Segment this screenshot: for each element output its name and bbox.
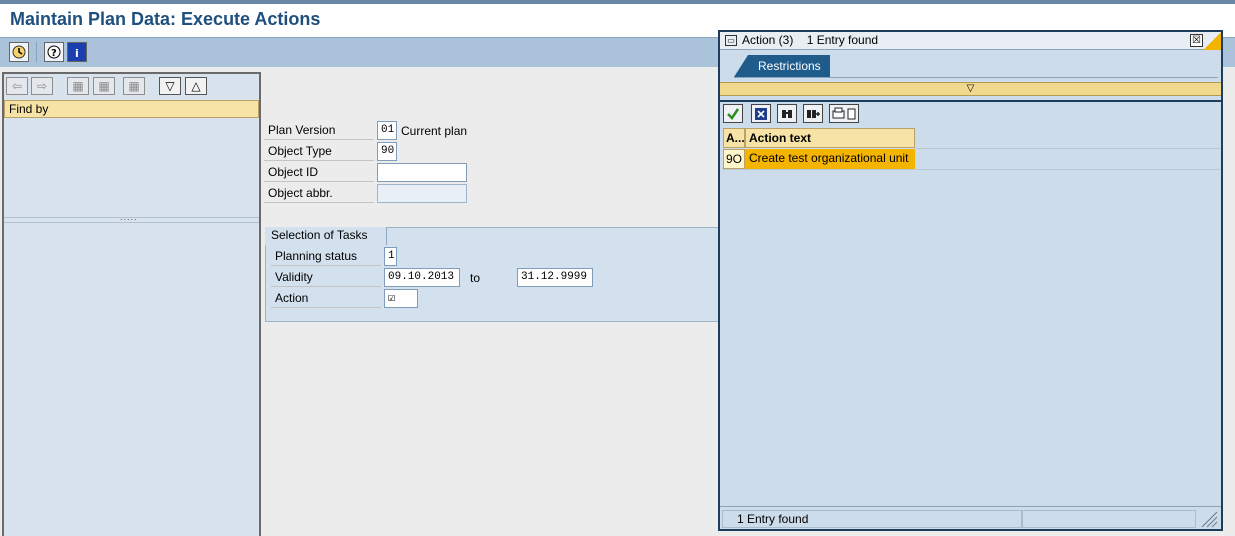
- splitter-grip[interactable]: .....: [120, 212, 138, 222]
- resize-grip-icon[interactable]: [1198, 510, 1218, 528]
- page-title: Maintain Plan Data: Execute Actions: [10, 9, 321, 29]
- table-row-code[interactable]: 9O: [723, 149, 745, 169]
- tree-2-icon: ▦: [98, 79, 110, 93]
- tree-1-button[interactable]: ▦: [67, 77, 89, 95]
- cancel-button[interactable]: [751, 104, 771, 123]
- restrictions-collapse-bar[interactable]: ▽: [720, 82, 1221, 96]
- column-header-action-text[interactable]: Action text: [745, 128, 915, 148]
- find-next-icon: [807, 109, 820, 118]
- action-label: Action: [271, 288, 381, 308]
- popup-entries-found: 1 Entry found: [806, 33, 879, 47]
- table-header-line: [915, 148, 1221, 149]
- popup-title-bar: Action (3) 1 Entry found: [720, 32, 1221, 50]
- plan-version-label: Plan Version: [264, 120, 374, 140]
- svg-text:i: i: [75, 47, 79, 59]
- validity-to-field[interactable]: 31.12.9999: [517, 268, 593, 287]
- find-button[interactable]: [777, 104, 797, 123]
- find-by-header[interactable]: Find by: [4, 100, 259, 118]
- status-cell: [1022, 510, 1196, 528]
- forward-button[interactable]: ⇨: [31, 77, 53, 95]
- close-icon: ☒: [1192, 35, 1201, 46]
- left-panel-toolbar: ⇦ ⇨ ▦ ▦ ▦ ▽ △: [4, 74, 259, 98]
- toolbar-separator: [36, 42, 37, 62]
- expand-button[interactable]: ▽: [159, 77, 181, 95]
- expand-down-icon: ▽: [165, 79, 175, 93]
- restrictions-area: Restrictions: [720, 51, 1221, 81]
- popup-close-button[interactable]: ☒: [1190, 34, 1203, 47]
- clock-execute-icon: [12, 45, 26, 59]
- forward-icon: ⇨: [36, 79, 48, 93]
- tree-2-button[interactable]: ▦: [93, 77, 115, 95]
- info-icon: i: [71, 46, 83, 59]
- table-row-divider: [723, 169, 1221, 170]
- object-id-label: Object ID: [264, 162, 374, 182]
- back-icon: ⇦: [11, 79, 23, 93]
- selection-of-tasks-title: Selection of Tasks: [265, 227, 387, 245]
- cancel-icon: [755, 107, 767, 120]
- plan-version-text: Current plan: [401, 124, 468, 138]
- popup-toolbar: [720, 100, 1221, 124]
- collapse-button[interactable]: △: [185, 77, 207, 95]
- print-button[interactable]: [829, 104, 859, 123]
- plan-version-field[interactable]: 01: [377, 121, 397, 140]
- tab-restrictions[interactable]: Restrictions: [734, 55, 830, 77]
- object-abbr-label: Object abbr.: [264, 183, 374, 203]
- help-button[interactable]: ?: [44, 42, 64, 62]
- table-row-action-text[interactable]: Create test organizational unit: [745, 149, 915, 169]
- ok-check-icon: [727, 107, 740, 120]
- planning-status-label: Planning status: [271, 246, 381, 266]
- tab-underline: [734, 77, 1218, 78]
- popup-corner-accent: [1204, 32, 1221, 50]
- object-type-field[interactable]: 90: [377, 142, 397, 161]
- popup-window-icon: ▭: [725, 35, 737, 46]
- object-type-label: Object Type: [264, 141, 374, 161]
- find-icon: [782, 109, 792, 118]
- validity-to-label: to: [470, 271, 481, 285]
- column-header-code[interactable]: A...: [723, 128, 745, 148]
- left-navigation-panel: ⇦ ⇨ ▦ ▦ ▦ ▽ △ Find by .....: [2, 72, 261, 536]
- tree-3-icon: ▦: [128, 79, 140, 93]
- back-button[interactable]: ⇦: [6, 77, 28, 95]
- planning-status-field[interactable]: 1: [384, 247, 397, 266]
- value-help-popup: Action (3) 1 Entry found ▭ ☒ Restriction…: [718, 30, 1223, 531]
- svg-text:?: ?: [51, 48, 57, 59]
- tree-1-icon: ▦: [72, 79, 84, 93]
- find-next-button[interactable]: [803, 104, 823, 123]
- tree-3-button[interactable]: ▦: [123, 77, 145, 95]
- collapse-up-icon: △: [191, 79, 201, 93]
- object-abbr-field: [377, 184, 467, 203]
- collapse-triangle-icon: ▽: [966, 83, 975, 94]
- status-message: 1 Entry found: [722, 510, 1022, 528]
- print-icon: [832, 107, 856, 119]
- help-icon: ?: [47, 45, 61, 59]
- object-id-field[interactable]: [377, 163, 467, 182]
- popup-title: Action (3): [742, 33, 794, 47]
- execute-button[interactable]: [9, 42, 29, 62]
- action-field[interactable]: ☑: [384, 289, 418, 308]
- validity-label: Validity: [271, 267, 381, 287]
- validity-from-field[interactable]: 09.10.2013: [384, 268, 460, 287]
- ok-button[interactable]: [723, 104, 743, 123]
- info-button[interactable]: i: [67, 42, 87, 62]
- popup-status-bar: 1 Entry found: [720, 506, 1221, 529]
